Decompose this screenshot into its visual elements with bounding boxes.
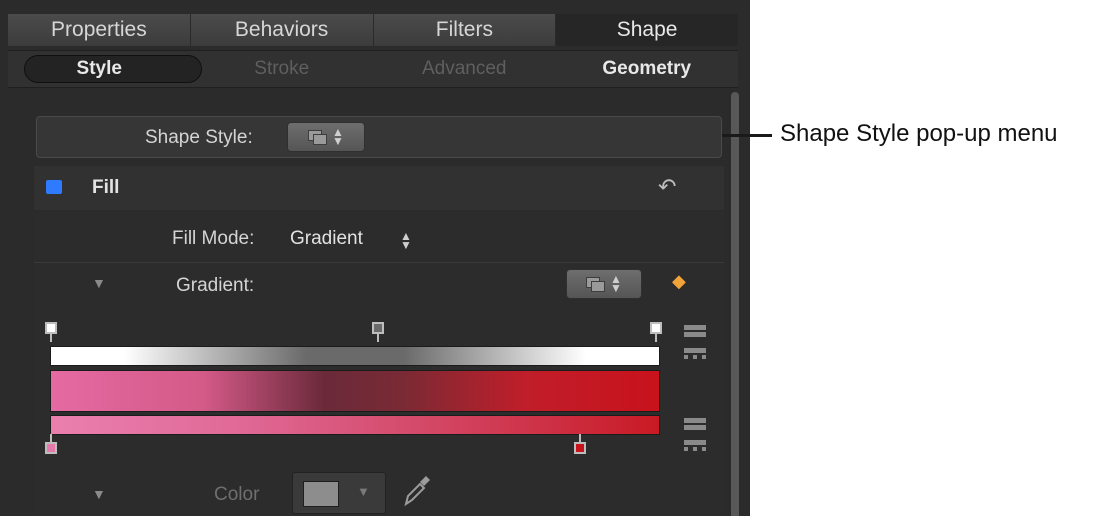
gradient-row: ▼ Gradient: ▲ ▼ ◆ bbox=[34, 262, 724, 309]
scrollbar[interactable] bbox=[731, 92, 739, 516]
inspector-panel: Properties Behaviors Filters Shape Style… bbox=[0, 0, 750, 516]
callout-line bbox=[722, 134, 772, 137]
opacity-stop-left[interactable] bbox=[45, 322, 57, 334]
opacity-stop-right-stem bbox=[655, 334, 657, 342]
gradient-popup-arrows-icon: ▲ ▼ bbox=[610, 272, 622, 295]
color-well[interactable]: ▼ bbox=[292, 472, 386, 514]
fill-mode-arrows-icon[interactable]: ▲ ▼ bbox=[400, 230, 412, 251]
subtab-geometry-label: Geometry bbox=[602, 58, 692, 79]
fill-enable-checkbox[interactable] bbox=[46, 180, 62, 194]
shape-style-popup[interactable]: ▲ ▼ bbox=[287, 122, 365, 152]
subtab-style-label: Style bbox=[76, 58, 122, 79]
fill-header: Fill ↶ bbox=[34, 166, 724, 210]
sub-tabs: Style Stroke Advanced Geometry bbox=[8, 50, 738, 88]
tab-properties[interactable]: Properties bbox=[8, 14, 191, 46]
opacity-stop-right[interactable] bbox=[650, 322, 662, 334]
reverse-stops-icon[interactable] bbox=[684, 348, 706, 362]
shape-style-label: Shape Style: bbox=[145, 127, 253, 148]
color-swatch bbox=[303, 481, 339, 507]
opacity-stop-left-stem bbox=[50, 334, 52, 342]
subtab-geometry[interactable]: Geometry bbox=[556, 51, 739, 87]
main-tabs: Properties Behaviors Filters Shape bbox=[8, 14, 738, 46]
subtab-stroke[interactable]: Stroke bbox=[191, 51, 374, 87]
opacity-gradient-bar[interactable] bbox=[50, 346, 660, 366]
gradient-preset-popup[interactable]: ▲ ▼ bbox=[566, 269, 642, 299]
gradient-preset-stack-icon bbox=[586, 277, 606, 292]
color-stop-left-stem bbox=[50, 434, 52, 442]
fill-mode-label: Fill Mode: bbox=[172, 228, 255, 249]
fill-title: Fill bbox=[92, 177, 120, 198]
shape-style-row: Shape Style: ▲ ▼ bbox=[36, 116, 722, 158]
color-stop-right[interactable] bbox=[574, 442, 586, 454]
reverse-color-stops-icon[interactable] bbox=[684, 440, 706, 454]
opacity-stop-middle[interactable] bbox=[372, 322, 384, 334]
color-gradient-bar[interactable] bbox=[50, 415, 660, 435]
color-dropdown-icon: ▼ bbox=[357, 484, 370, 499]
subtab-advanced-label: Advanced bbox=[421, 58, 507, 79]
keyframe-diamond-icon[interactable]: ◆ bbox=[672, 271, 686, 292]
fill-mode-value[interactable]: Gradient bbox=[290, 228, 363, 250]
reset-icon[interactable]: ↶ bbox=[658, 174, 676, 200]
distribute-color-stops-icon[interactable] bbox=[684, 418, 706, 432]
gradient-preview bbox=[50, 370, 660, 412]
preset-stack-icon bbox=[308, 130, 328, 145]
color-label: Color bbox=[214, 484, 260, 505]
disclosure-triangle-icon[interactable]: ▼ bbox=[92, 275, 106, 291]
distribute-stops-icon[interactable] bbox=[684, 325, 706, 339]
popup-arrows-icon: ▲ ▼ bbox=[332, 125, 344, 148]
subtab-stroke-label: Stroke bbox=[254, 58, 310, 79]
color-stop-left[interactable] bbox=[45, 442, 57, 454]
callout-label: Shape Style pop-up menu bbox=[780, 120, 1058, 147]
tab-shape[interactable]: Shape bbox=[556, 14, 738, 46]
color-disclosure-triangle-icon[interactable]: ▼ bbox=[92, 486, 106, 502]
tab-behaviors[interactable]: Behaviors bbox=[190, 14, 374, 46]
color-stop-right-stem bbox=[579, 434, 581, 442]
tab-filters[interactable]: Filters bbox=[373, 14, 557, 46]
opacity-stop-middle-stem bbox=[377, 334, 379, 342]
eyedropper-icon[interactable] bbox=[402, 474, 432, 508]
subtab-advanced[interactable]: Advanced bbox=[373, 51, 556, 87]
gradient-label: Gradient: bbox=[176, 275, 255, 296]
